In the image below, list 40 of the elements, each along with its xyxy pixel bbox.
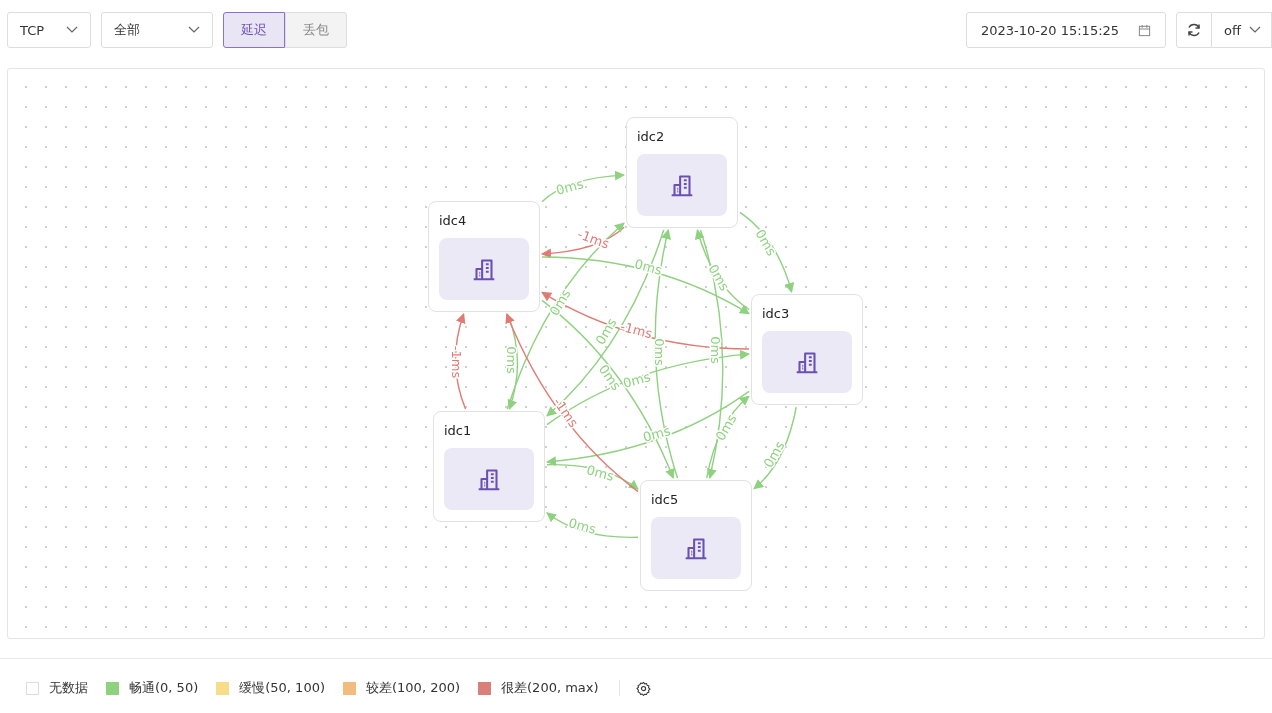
chevron-down-icon: [1248, 26, 1261, 34]
latency-label: 0ms: [707, 336, 723, 364]
latency-label: 0ms: [554, 176, 586, 198]
latency-label: 0ms: [632, 256, 664, 278]
datacenter-node[interactable]: idc1: [433, 411, 545, 522]
latency-label: 0ms: [621, 369, 653, 391]
interval-select[interactable]: off: [1212, 12, 1272, 48]
refresh-icon: [1186, 22, 1202, 38]
legend-label: 较差(100, 200): [366, 679, 461, 697]
datacenter-node[interactable]: idc2: [626, 117, 738, 228]
settings-icon: [635, 680, 651, 696]
node-name: idc1: [444, 422, 473, 440]
metric-tab[interactable]: 延迟: [223, 12, 285, 48]
node-name: idc2: [637, 128, 666, 146]
legend-label: 缓慢(50, 100): [239, 679, 325, 697]
datacenter-node[interactable]: idc4: [428, 201, 540, 312]
settings-button[interactable]: [635, 680, 651, 696]
time-field[interactable]: 2023-10-20 15:15:25: [966, 12, 1166, 48]
datacenter-node[interactable]: idc5: [640, 480, 752, 591]
legend-label: 无数据: [49, 679, 88, 697]
protocol-select[interactable]: TCP: [7, 12, 91, 48]
latency-label: -1ms: [575, 226, 612, 252]
legend-label: 畅通(0, 50): [129, 679, 199, 697]
latency-label: 0ms: [641, 423, 673, 445]
latency-label: -1ms: [618, 318, 654, 342]
latency-label: 0ms: [566, 515, 598, 537]
datacenter-node[interactable]: idc3: [751, 294, 863, 405]
node-name: idc4: [439, 212, 468, 230]
latency-label: 0ms: [584, 462, 616, 484]
latency-label: 0ms: [503, 346, 519, 374]
calendar-icon: [1138, 23, 1151, 37]
chevron-down-icon: [66, 26, 78, 34]
chevron-down-icon: [188, 26, 200, 34]
node-name: idc5: [651, 491, 680, 509]
scope-select[interactable]: 全部: [101, 12, 213, 48]
legend-label: 很差(200, max): [501, 679, 599, 697]
node-name: idc3: [762, 305, 791, 323]
latency-label: 0ms: [651, 338, 667, 366]
refresh-button[interactable]: [1176, 12, 1212, 48]
latency-label: -1ms: [448, 345, 464, 379]
